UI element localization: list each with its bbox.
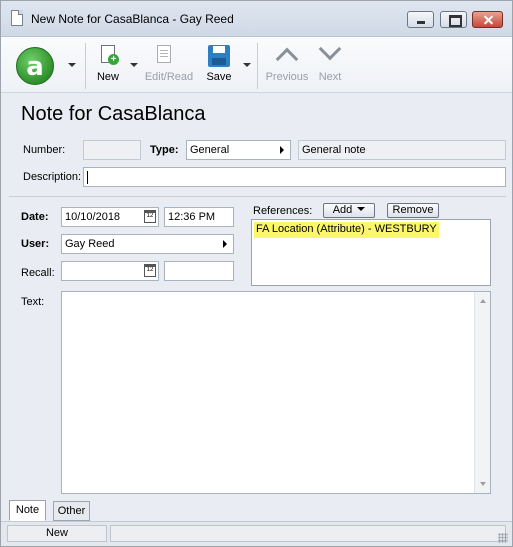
status-message xyxy=(110,525,506,542)
new-dropdown-icon[interactable] xyxy=(130,63,138,67)
toolbar-separator xyxy=(85,43,86,89)
window-title: New Note for CasaBlanca - Gay Reed xyxy=(31,12,234,26)
type-select[interactable]: General xyxy=(186,140,291,160)
app-logo-icon[interactable]: a xyxy=(16,47,54,85)
date-value: 10/10/2018 xyxy=(65,211,121,223)
edit-document-icon xyxy=(157,45,171,63)
tab-note[interactable]: Note xyxy=(9,500,46,521)
scroll-up-icon[interactable] xyxy=(480,299,486,303)
new-button[interactable]: + New xyxy=(89,43,127,89)
next-button-label: Next xyxy=(318,71,342,83)
date-input[interactable]: 10/10/2018 12 xyxy=(61,207,159,227)
previous-button[interactable]: Previous xyxy=(263,43,311,89)
date-label: Date: xyxy=(21,211,49,223)
chevron-up-icon xyxy=(275,47,299,71)
minimize-button[interactable] xyxy=(407,11,434,28)
page-title: Note for CasaBlanca xyxy=(21,103,206,125)
user-label: User: xyxy=(21,238,50,250)
app-logo-letter: a xyxy=(26,52,44,82)
toolbar-separator xyxy=(257,43,258,89)
document-icon xyxy=(11,10,23,26)
previous-button-label: Previous xyxy=(265,71,309,83)
add-reference-label: Add xyxy=(332,204,353,216)
app-menu-dropdown-icon[interactable] xyxy=(68,63,76,67)
text-label: Text: xyxy=(21,296,45,308)
calendar-icon[interactable]: 12 xyxy=(144,210,156,223)
references-label: References: xyxy=(253,205,313,217)
new-button-label: New xyxy=(96,71,119,83)
scroll-down-icon[interactable] xyxy=(480,482,486,486)
save-button[interactable]: Save xyxy=(199,43,239,89)
text-scrollbar[interactable] xyxy=(474,292,490,493)
number-label: Number: xyxy=(23,144,66,156)
number-field[interactable] xyxy=(83,140,141,160)
time-input[interactable]: 12:36 PM xyxy=(164,207,234,227)
user-select[interactable]: Gay Reed xyxy=(61,234,234,254)
remove-reference-button[interactable]: Remove xyxy=(387,203,439,218)
type-description-field: General note xyxy=(298,140,506,160)
recall-date-input[interactable]: 12 xyxy=(61,261,159,281)
note-text-area[interactable] xyxy=(61,291,491,494)
chevron-down-icon xyxy=(318,37,342,61)
edit-read-button-label: Edit/Read xyxy=(144,71,194,83)
text-cursor xyxy=(87,171,88,184)
edit-read-button[interactable]: Edit/Read xyxy=(141,43,197,89)
close-button[interactable] xyxy=(472,11,503,28)
next-button[interactable]: Next xyxy=(313,37,347,89)
add-reference-button[interactable]: Add xyxy=(323,203,375,218)
tab-other[interactable]: Other xyxy=(53,501,90,521)
toolbar: a + New Edit/Read Save Previous Next xyxy=(1,37,512,93)
section-divider xyxy=(9,196,506,197)
status-mode: New xyxy=(7,525,107,542)
title-bar[interactable]: New Note for CasaBlanca - Gay Reed xyxy=(1,1,512,37)
note-window: New Note for CasaBlanca - Gay Reed a + N… xyxy=(0,0,513,547)
maximize-button[interactable] xyxy=(440,11,467,28)
recall-time-input[interactable] xyxy=(164,261,234,281)
reference-item[interactable]: FA Location (Attribute) - WESTBURY xyxy=(254,222,439,238)
status-bar: New xyxy=(1,521,512,546)
save-disk-icon xyxy=(208,45,230,67)
calendar-icon[interactable]: 12 xyxy=(144,264,156,277)
resize-grip-icon[interactable] xyxy=(498,533,508,543)
references-list[interactable]: FA Location (Attribute) - WESTBURY xyxy=(251,219,491,286)
save-dropdown-icon[interactable] xyxy=(243,63,251,67)
save-button-label: Save xyxy=(206,71,232,83)
recall-label: Recall: xyxy=(21,267,55,279)
description-input[interactable] xyxy=(83,167,506,187)
new-document-icon: + xyxy=(101,45,119,65)
type-label: Type: xyxy=(150,144,179,156)
description-label: Description: xyxy=(23,171,82,183)
add-dropdown-icon xyxy=(357,207,366,211)
